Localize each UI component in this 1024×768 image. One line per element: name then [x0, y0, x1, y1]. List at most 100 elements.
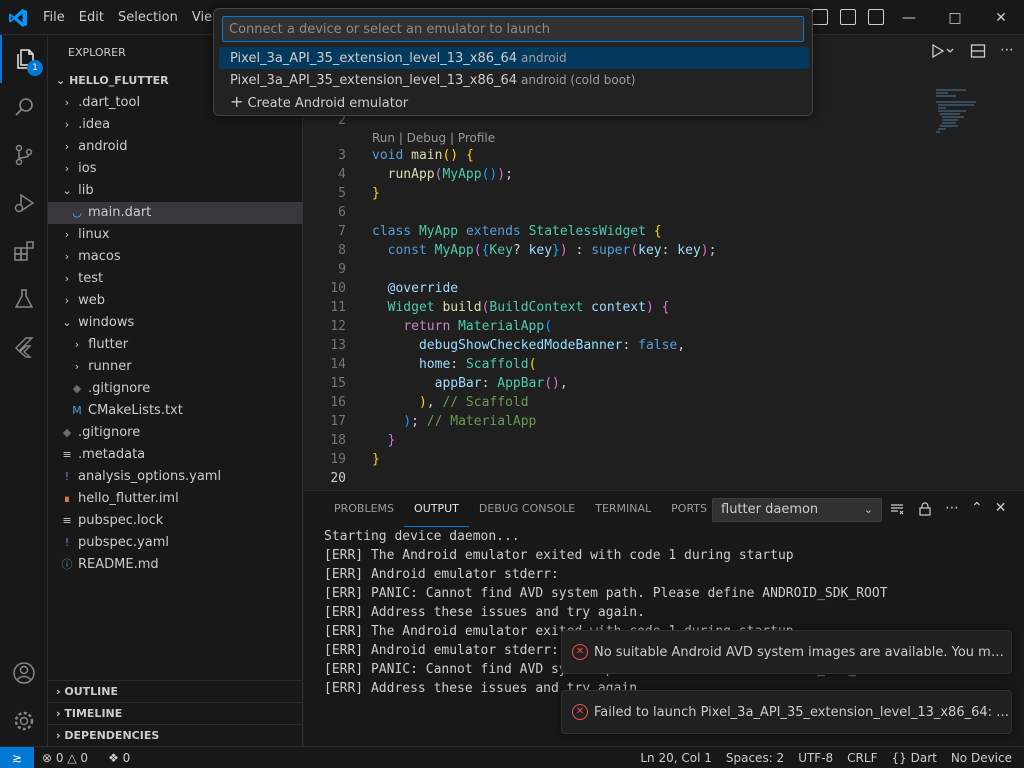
split-editor-icon[interactable]	[970, 43, 986, 59]
tab-debug-console[interactable]: DEBUG CONSOLE	[469, 491, 585, 527]
chevron-right-icon: ›	[64, 118, 70, 131]
run-debug-activity[interactable]	[0, 179, 48, 227]
dependencies-section[interactable]: › DEPENDENCIES	[48, 724, 303, 746]
cursor-position[interactable]: Ln 20, Col 1	[640, 747, 712, 768]
tab-ports[interactable]: PORTS	[661, 491, 717, 527]
code-line: 9	[304, 260, 372, 279]
maximize-button[interactable]: □	[932, 0, 978, 35]
manage-activity[interactable]	[0, 697, 48, 745]
quick-pick-input[interactable]	[222, 16, 804, 42]
tree-folder[interactable]: › flutter	[48, 334, 303, 356]
tree-folder[interactable]: › web	[48, 290, 303, 312]
maximize-panel-icon[interactable]: ⌃	[971, 501, 983, 517]
tab-problems[interactable]: PROBLEMS	[324, 491, 404, 527]
notification-toast[interactable]: ✕ No suitable Android AVD system images …	[561, 630, 1012, 674]
tree-item-label: CMakeLists.txt	[88, 403, 183, 418]
chevron-down-icon: ⌄	[62, 316, 72, 329]
language-mode[interactable]: {} Dart	[891, 747, 936, 768]
tree-file[interactable]: ◆ .gitignore	[48, 378, 303, 400]
tree-folder[interactable]: ⌄ windows	[48, 312, 303, 334]
quick-pick-item[interactable]: Pixel_3a_API_35_extension_level_13_x86_6…	[219, 69, 809, 91]
activity-bar: 1	[0, 35, 48, 746]
tree-folder[interactable]: ⌄ lib	[48, 180, 303, 202]
close-panel-icon[interactable]: ✕	[995, 501, 1007, 517]
menu-edit[interactable]: Edit	[72, 10, 111, 25]
toggle-panel-icon[interactable]	[812, 9, 828, 25]
line-number: 20	[330, 471, 346, 486]
notification-toast[interactable]: ✕ Failed to launch Pixel_3a_API_35_exten…	[561, 690, 1012, 734]
source-control-activity[interactable]	[0, 131, 48, 179]
tree-item-label: test	[78, 271, 104, 286]
device-description: android	[521, 51, 567, 65]
indentation[interactable]: Spaces: 2	[726, 747, 784, 768]
tree-file[interactable]: ◡ main.dart	[48, 202, 303, 224]
minimap[interactable]	[936, 87, 986, 137]
tree-item-label: lib	[78, 183, 94, 198]
tree-file[interactable]: ∎ hello_flutter.iml	[48, 488, 303, 510]
chevron-right-icon: ›	[64, 162, 70, 175]
timeline-section[interactable]: › TIMELINE	[48, 702, 303, 724]
extensions-activity[interactable]	[0, 227, 48, 275]
tab-terminal[interactable]: TERMINAL	[585, 491, 661, 527]
line-ending[interactable]: CRLF	[847, 747, 877, 768]
more-actions-icon[interactable]: ⋯	[945, 501, 959, 517]
explorer-activity[interactable]: 1	[0, 35, 48, 83]
toggle-secondary-sidebar-icon[interactable]	[840, 9, 856, 25]
tree-folder[interactable]: › android	[48, 136, 303, 158]
accounts-activity[interactable]	[0, 649, 48, 697]
explorer-header: EXPLORER	[68, 46, 126, 59]
tree-item-label: windows	[78, 315, 135, 330]
lock-icon[interactable]	[917, 501, 933, 517]
tree-file[interactable]: ≡ .metadata	[48, 444, 303, 466]
output-line: [ERR] Address these issues and try again…	[324, 605, 645, 620]
search-activity[interactable]	[0, 83, 48, 131]
workspace-root-label: HELLO_FLUTTER	[69, 74, 169, 87]
tree-folder[interactable]: › .idea	[48, 114, 303, 136]
code-line: 3 void main() {	[304, 146, 474, 165]
remote-indicator[interactable]: ≳	[0, 747, 34, 768]
tree-folder[interactable]: › runner	[48, 356, 303, 378]
customize-layout-icon[interactable]	[868, 9, 884, 25]
output-channel-select[interactable]: flutter daemon ⌄	[712, 498, 882, 522]
output-line: [ERR] Android emulator stderr:	[324, 567, 559, 582]
tree-file[interactable]: ⓘ README.md	[48, 554, 303, 576]
chevron-down-icon: ⌄	[863, 503, 873, 516]
run-dropdown-icon[interactable]	[930, 43, 956, 59]
quick-pick-item[interactable]: + Create Android emulator	[219, 91, 809, 113]
more-actions-icon[interactable]: ⋯	[1000, 43, 1014, 59]
tree-folder[interactable]: › test	[48, 268, 303, 290]
flutter-activity[interactable]	[0, 323, 48, 371]
code-lens[interactable]: Run | Debug | Profile	[372, 131, 495, 145]
chevron-right-icon: ›	[64, 228, 70, 241]
tree-file[interactable]: ! pubspec.yaml	[48, 532, 303, 554]
tree-file[interactable]: ◆ .gitignore	[48, 422, 303, 444]
encoding[interactable]: UTF-8	[798, 747, 833, 768]
ports-count: 0	[122, 751, 131, 765]
outline-section[interactable]: › OUTLINE	[48, 680, 303, 702]
account-icon	[13, 662, 35, 684]
tree-file[interactable]: M CMakeLists.txt	[48, 400, 303, 422]
testing-activity[interactable]	[0, 275, 48, 323]
minimize-button[interactable]: —	[886, 0, 932, 35]
tree-file[interactable]: ! analysis_options.yaml	[48, 466, 303, 488]
tree-folder[interactable]: › linux	[48, 224, 303, 246]
clear-output-icon[interactable]	[889, 501, 905, 517]
chevron-right-icon: ›	[64, 272, 70, 285]
tree-folder[interactable]: › ios	[48, 158, 303, 180]
menu-selection[interactable]: Selection	[111, 10, 185, 25]
tab-output[interactable]: OUTPUT	[404, 491, 469, 527]
quick-pick-item[interactable]: Pixel_3a_API_35_extension_level_13_x86_6…	[219, 47, 809, 69]
device-selector[interactable]: No Device	[951, 747, 1012, 768]
chevron-right-icon: ›	[64, 96, 70, 109]
explorer-badge: 1	[27, 60, 43, 76]
editor-actions: ⋯	[930, 43, 1014, 59]
ports-status[interactable]: ❖ 0	[108, 747, 130, 768]
problems-status[interactable]: ⊗ 0 △ 0	[42, 747, 88, 768]
line-number: 6	[338, 205, 346, 220]
tree-folder[interactable]: › macos	[48, 246, 303, 268]
tree-file[interactable]: ≡ pubspec.lock	[48, 510, 303, 532]
warning-count: 0	[80, 751, 89, 765]
menu-file[interactable]: File	[36, 10, 72, 25]
close-window-button[interactable]: ✕	[978, 0, 1024, 35]
tree-item-label: android	[78, 139, 128, 154]
